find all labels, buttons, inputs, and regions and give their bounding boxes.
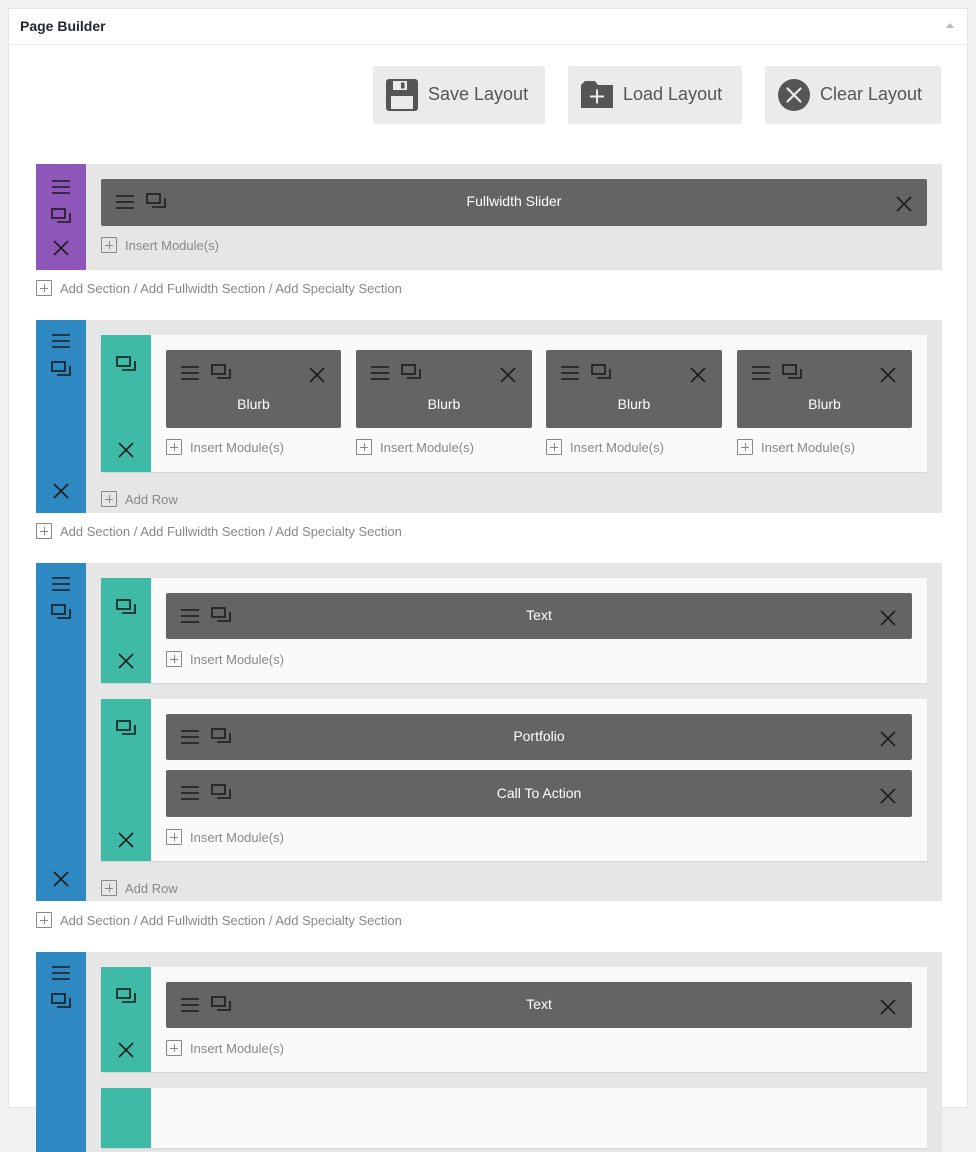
plus-square-icon — [166, 1040, 182, 1056]
module-title: Blurb — [617, 396, 651, 412]
section-handle[interactable] — [36, 320, 86, 513]
hamburger-icon[interactable] — [50, 962, 72, 984]
load-layout-label: Load Layout — [623, 84, 723, 104]
plus-square-icon — [166, 829, 182, 845]
hamburger-icon[interactable] — [559, 362, 581, 384]
regular-section: Text Insert Module(s) Portfolio Call To … — [36, 563, 942, 901]
duplicate-icon[interactable] — [115, 596, 137, 618]
plus-square-icon — [166, 439, 182, 455]
duplicate-icon[interactable] — [210, 361, 232, 383]
duplicate-icon[interactable] — [50, 601, 72, 623]
clear-layout-label: Clear Layout — [820, 84, 923, 104]
hamburger-icon[interactable] — [50, 573, 72, 595]
hamburger-icon[interactable] — [50, 176, 72, 198]
close-icon[interactable] — [306, 364, 328, 386]
module-title: Blurb — [427, 396, 461, 412]
close-icon[interactable] — [115, 829, 137, 851]
plus-square-icon — [737, 439, 753, 455]
load-layout-button[interactable]: Load Layout — [568, 66, 742, 124]
page-title: Page Builder — [20, 18, 106, 34]
portfolio-module[interactable]: Portfolio — [166, 714, 912, 760]
plus-square-icon — [546, 439, 562, 455]
collapse-arrow-icon[interactable] — [943, 19, 957, 33]
module-title: Text — [526, 607, 552, 623]
fullwidth-section: Fullwidth Slider Insert Module(s) — [36, 164, 942, 270]
row-handle[interactable] — [101, 699, 151, 861]
duplicate-icon[interactable] — [115, 717, 137, 739]
row: Portfolio Call To Action Insert Module(s… — [101, 699, 927, 861]
close-icon[interactable] — [115, 1039, 137, 1061]
call-to-action-module[interactable]: Call To Action — [166, 770, 912, 817]
clear-layout-button[interactable]: Clear Layout — [765, 66, 941, 124]
close-icon[interactable] — [877, 364, 899, 386]
fullwidth-slider-module[interactable]: Fullwidth Slider — [101, 179, 927, 226]
page-builder-panel: Page Builder Save Layout Load Layout Cle… — [8, 8, 968, 1152]
close-icon[interactable] — [50, 868, 72, 890]
regular-section: Blurb Insert Module(s) Blurb Insert Modu… — [36, 320, 942, 513]
plus-square-icon — [166, 651, 182, 667]
duplicate-icon[interactable] — [115, 985, 137, 1007]
plus-square-icon — [36, 280, 52, 296]
hamburger-icon[interactable] — [750, 362, 772, 384]
row: Text Insert Module(s) — [101, 967, 927, 1072]
section-handle[interactable] — [36, 164, 86, 270]
close-icon[interactable] — [877, 728, 899, 750]
close-circle-icon — [778, 79, 810, 111]
close-icon[interactable] — [877, 996, 899, 1018]
floppy-disk-icon — [386, 79, 418, 111]
close-icon[interactable] — [893, 193, 915, 215]
module-title: Portfolio — [513, 728, 565, 744]
row-handle[interactable] — [101, 967, 151, 1072]
duplicate-icon[interactable] — [50, 205, 72, 227]
panel-header: Page Builder — [9, 9, 967, 45]
save-layout-label: Save Layout — [428, 84, 529, 104]
row: Text Insert Module(s) — [101, 578, 927, 683]
close-icon[interactable] — [497, 364, 519, 386]
blurb-module[interactable]: Blurb — [356, 350, 532, 428]
plus-square-icon — [101, 491, 117, 507]
text-module[interactable]: Text — [166, 593, 912, 639]
duplicate-icon[interactable] — [115, 353, 137, 375]
module-title: Text — [526, 996, 552, 1012]
save-layout-button[interactable]: Save Layout — [373, 66, 545, 124]
module-title: Blurb — [237, 396, 270, 412]
row: Blurb Insert Module(s) Blurb Insert Modu… — [101, 335, 927, 472]
duplicate-icon[interactable] — [400, 361, 422, 383]
module-title: Blurb — [808, 396, 841, 412]
duplicate-icon[interactable] — [50, 990, 72, 1012]
plus-square-icon — [356, 439, 372, 455]
row-handle[interactable] — [101, 1088, 151, 1148]
close-icon[interactable] — [115, 439, 137, 461]
blurb-module[interactable]: Blurb — [166, 350, 341, 428]
module-title: Call To Action — [496, 785, 582, 801]
row-handle[interactable] — [101, 578, 151, 683]
regular-section: Text Insert Module(s) — [36, 952, 942, 1152]
blurb-module[interactable]: Blurb — [546, 350, 722, 428]
duplicate-icon[interactable] — [50, 358, 72, 380]
duplicate-icon[interactable] — [590, 361, 612, 383]
close-icon[interactable] — [877, 785, 899, 807]
row-handle[interactable] — [101, 335, 151, 472]
hamburger-icon[interactable] — [369, 362, 391, 384]
close-icon[interactable] — [50, 237, 72, 259]
close-icon[interactable] — [877, 607, 899, 629]
plus-square-icon — [101, 237, 117, 253]
text-module[interactable]: Text — [166, 982, 912, 1028]
hamburger-icon[interactable] — [179, 362, 201, 384]
close-icon[interactable] — [50, 480, 72, 502]
close-icon[interactable] — [687, 364, 709, 386]
hamburger-icon[interactable] — [50, 330, 72, 352]
close-icon[interactable] — [115, 650, 137, 672]
plus-square-icon — [36, 912, 52, 928]
section-handle[interactable] — [36, 952, 86, 1152]
duplicate-icon[interactable] — [781, 361, 803, 383]
blurb-module[interactable]: Blurb — [737, 350, 912, 428]
row — [101, 1088, 927, 1148]
section-handle[interactable] — [36, 563, 86, 901]
folder-plus-icon — [581, 81, 613, 113]
plus-square-icon — [101, 880, 117, 896]
module-title: Fullwidth Slider — [466, 193, 562, 209]
plus-square-icon — [36, 523, 52, 539]
